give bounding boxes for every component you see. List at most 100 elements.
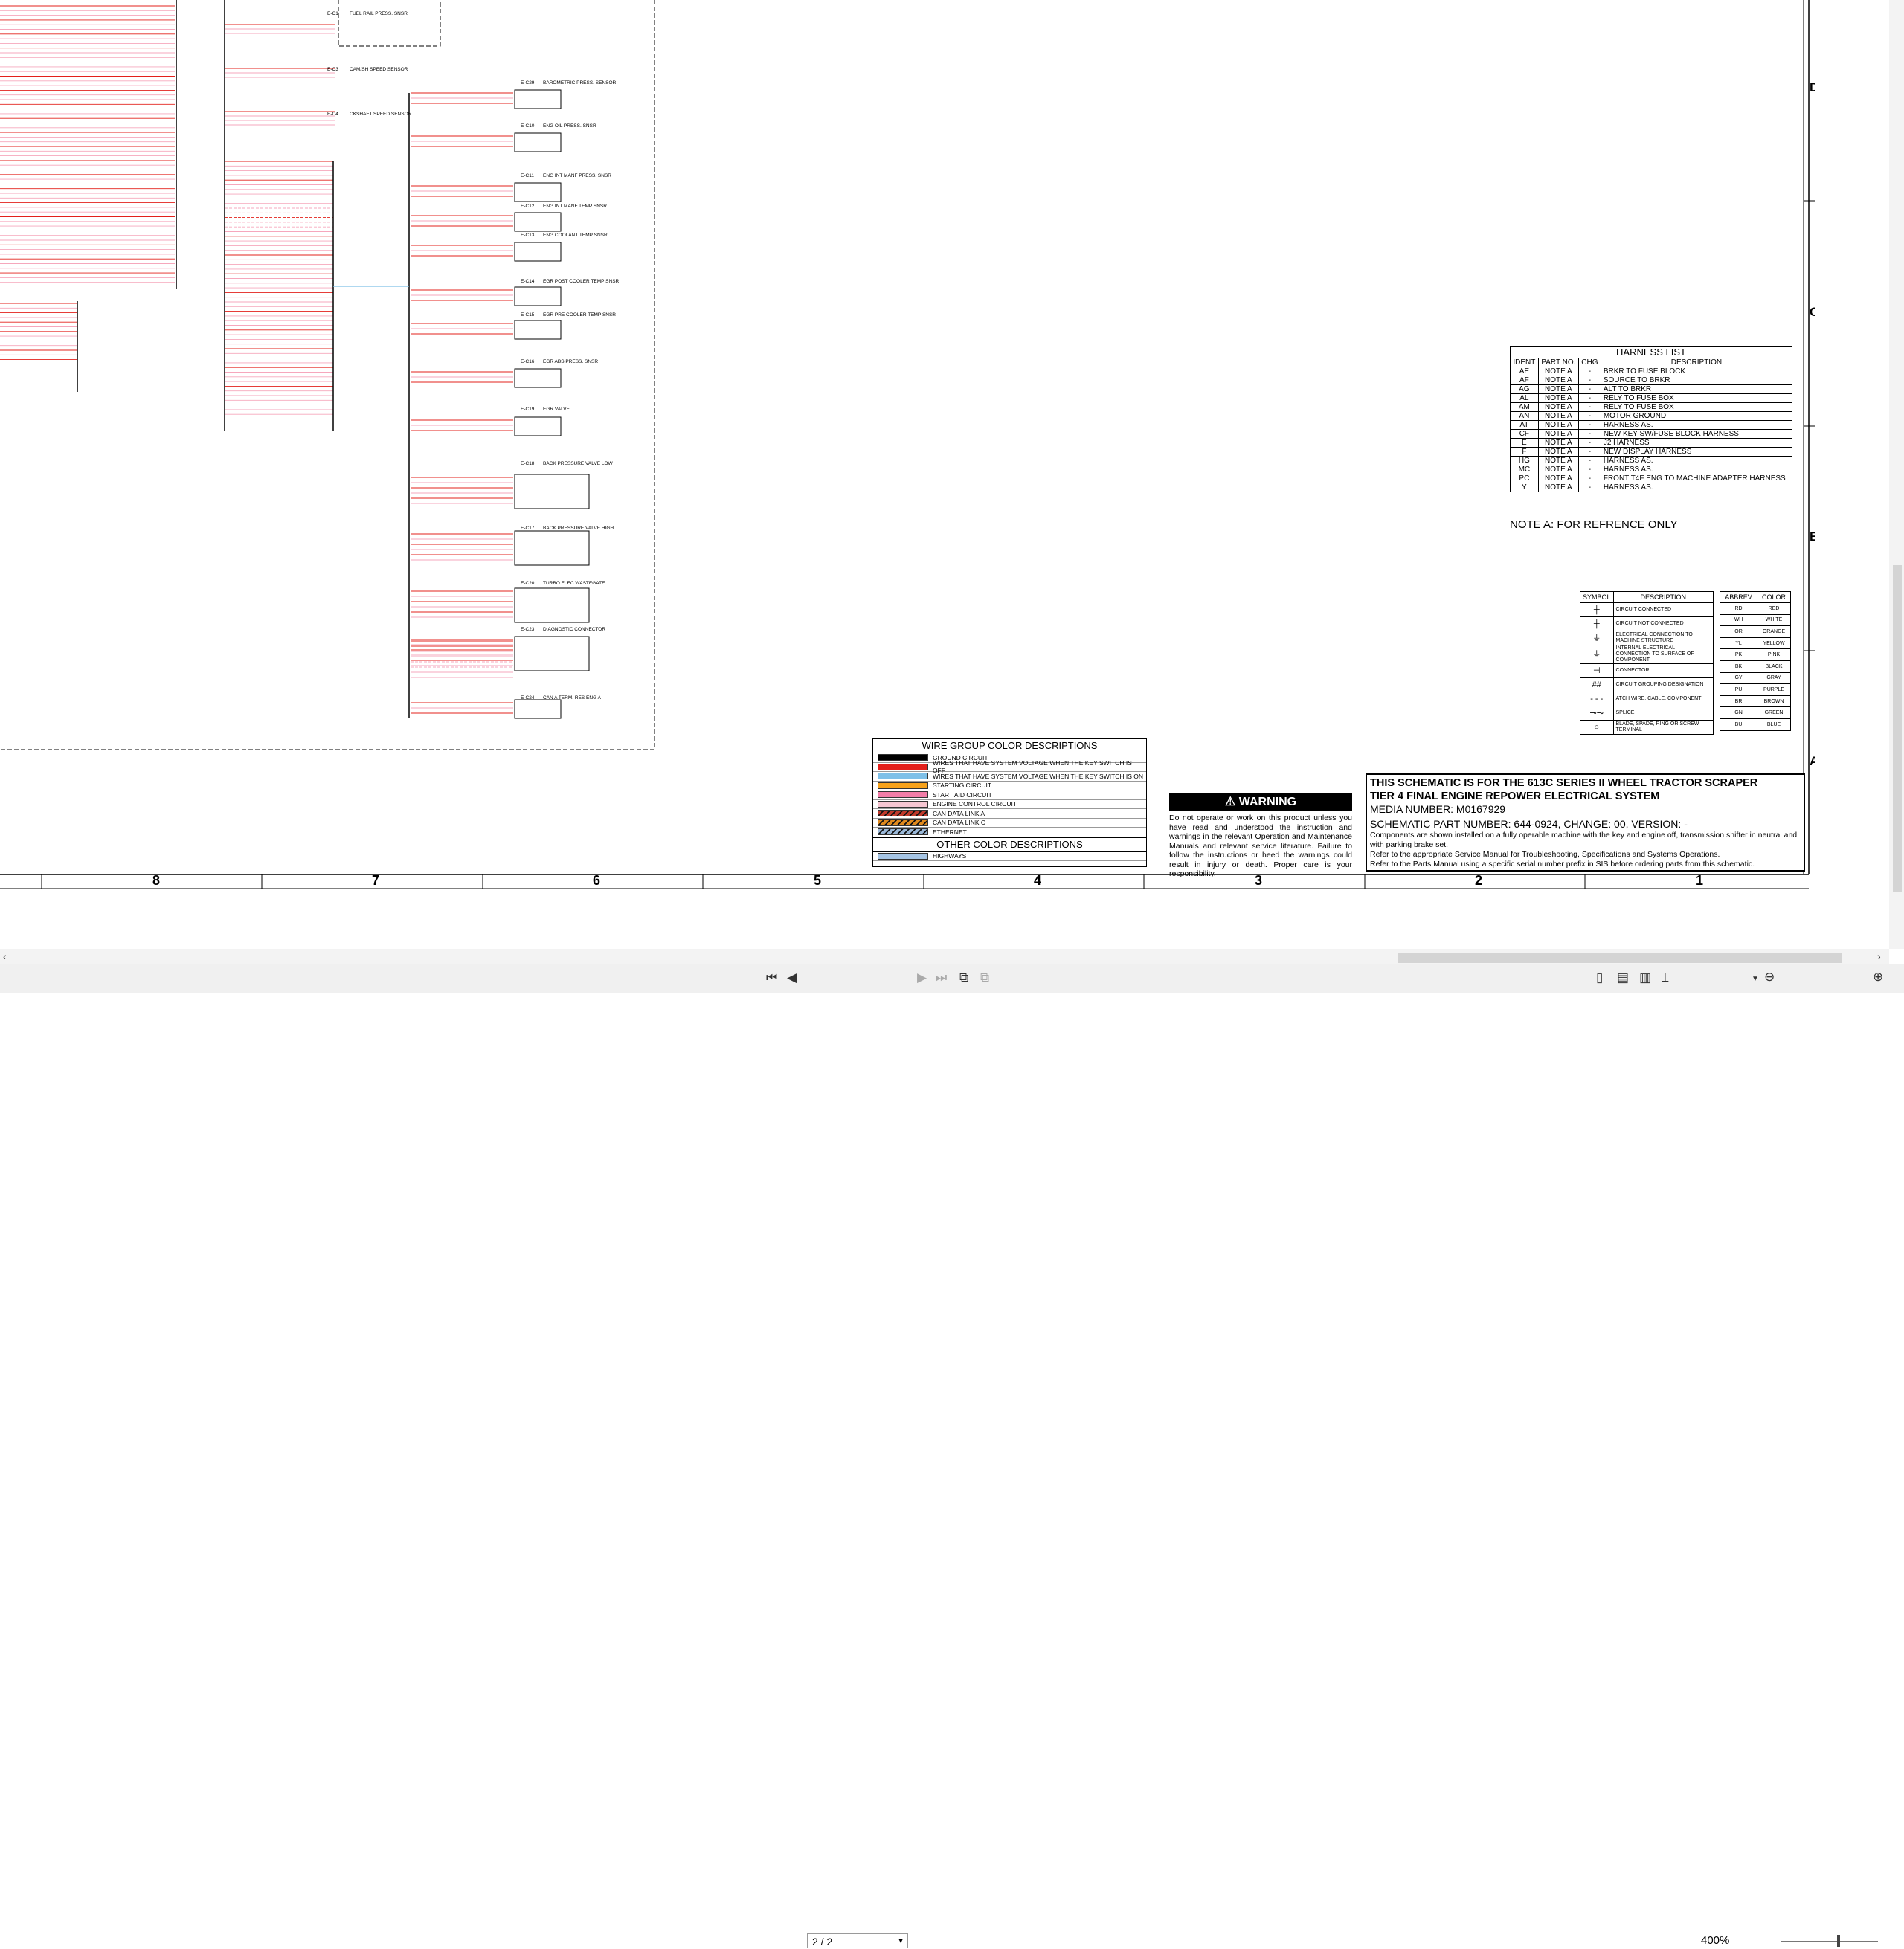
- harness-boundary: [338, 0, 441, 47]
- color-cell: BU: [1719, 718, 1758, 731]
- zoom-out-icon[interactable]: ⊖: [1764, 970, 1775, 985]
- vertical-scroll-thumb[interactable]: [1893, 565, 1902, 892]
- single-page-icon[interactable]: ▯: [1596, 970, 1603, 985]
- harness-cell: FRONT T4F ENG TO MACHINE ADAPTER HARNESS: [1600, 474, 1793, 483]
- component-name: ENG INT MANF TEMP SNSR: [543, 204, 607, 209]
- harness-cell: NOTE A: [1537, 420, 1580, 430]
- harness-cell: -: [1578, 465, 1601, 474]
- connector-box: [514, 320, 562, 340]
- harness-cell: SOURCE TO BRKR: [1600, 376, 1793, 385]
- title-line-2: TIER 4 FINAL ENGINE REPOWER ELECTRICAL S…: [1370, 790, 1660, 802]
- harness-cell: -: [1578, 438, 1601, 448]
- wire-group-legend: WIRE GROUP COLOR DESCRIPTIONS GROUND CIR…: [872, 738, 1147, 867]
- color-cell: BLUE: [1757, 718, 1791, 731]
- last-page-icon[interactable]: ⏭: [936, 970, 947, 985]
- symbol-glyph: ┼: [1580, 616, 1614, 631]
- zoom-slider-thumb[interactable]: [1837, 1935, 1840, 1947]
- next-page-icon[interactable]: ▶: [917, 970, 927, 985]
- harness-header-cell: IDENT: [1510, 358, 1539, 367]
- harness-cell: -: [1578, 411, 1601, 421]
- component-ref: E-C11: [521, 173, 534, 178]
- color-cell: PINK: [1757, 648, 1791, 661]
- harness-cell: HARNESS AS.: [1600, 483, 1793, 492]
- component-ref: E-C23: [521, 627, 535, 632]
- harness-cell: HARNESS AS.: [1600, 465, 1793, 474]
- previous-page-icon[interactable]: ◀: [787, 970, 797, 985]
- harness-cell: CF: [1510, 429, 1539, 439]
- component-name: EGR ABS PRESS. SNSR: [543, 359, 598, 364]
- symbol-description: CIRCUIT CONNECTED: [1612, 602, 1714, 617]
- wire-group-label: ENGINE CONTROL CIRCUIT: [933, 800, 1017, 808]
- color-row: BU BLUE: [1719, 718, 1791, 731]
- media-number: MEDIA NUMBER: M0167929: [1370, 803, 1506, 815]
- zoom-dropdown-icon[interactable]: ▼: [1752, 972, 1759, 987]
- connector-box: [514, 699, 562, 719]
- color-cell: BROWN: [1757, 695, 1791, 708]
- wire-group-row: WIRES THAT HAVE SYSTEM VOLTAGE WHEN THE …: [873, 772, 1146, 782]
- grid-row-label: C: [1810, 305, 1815, 319]
- wire-color-swatch: [878, 791, 928, 799]
- connector-box: [514, 416, 562, 436]
- warning-text: Do not operate or work on this product u…: [1169, 814, 1352, 878]
- harness-cell: AE: [1510, 367, 1539, 376]
- wire-group-row: STARTING CIRCUIT: [873, 782, 1146, 790]
- color-cell: GY: [1719, 671, 1758, 685]
- title-note-1: Components are shown installed on a full…: [1370, 831, 1798, 849]
- grid-row-label: B: [1810, 529, 1815, 544]
- color-cell: GN: [1719, 706, 1758, 719]
- two-page-icon[interactable]: ▥: [1639, 970, 1651, 985]
- component-name: CAN A TERM. RES ENG A: [543, 695, 602, 700]
- harness-cell: NOTE A: [1537, 447, 1580, 457]
- harness-row: AG NOTE A - ALT TO BRKR: [1510, 384, 1793, 394]
- page-number-select[interactable]: 2 / 2 ▼: [807, 1933, 908, 1948]
- horizontal-scroll-thumb[interactable]: [1398, 953, 1842, 963]
- color-cell: WHITE: [1757, 613, 1791, 627]
- harness-header-cell: CHG: [1578, 358, 1601, 367]
- harness-cell: AG: [1510, 384, 1539, 394]
- harness-list-table: HARNESS LIST IDENT PART NO. CHG DESCRIPTION…: [1510, 346, 1793, 492]
- fit-width-icon[interactable]: ⧉: [980, 970, 989, 985]
- color-row: OR ORANGE: [1719, 625, 1791, 638]
- symbol-description: CONNECTOR: [1612, 663, 1714, 678]
- continuous-page-icon[interactable]: ▤: [1617, 970, 1629, 985]
- harness-cell: AT: [1510, 420, 1539, 430]
- connector-box: [514, 132, 562, 152]
- harness-cell: HARNESS AS.: [1600, 456, 1793, 465]
- component-ref: E-C13: [521, 233, 535, 238]
- wire-group-title: WIRE GROUP COLOR DESCRIPTIONS: [873, 739, 1146, 753]
- wire-group-label: CAN DATA LINK C: [933, 819, 986, 827]
- color-row: GN GREEN: [1719, 706, 1791, 719]
- harness-cell: NEW KEY SW/FUSE BLOCK HARNESS: [1600, 429, 1793, 439]
- zoom-in-icon[interactable]: ⊕: [1873, 970, 1883, 985]
- other-color-title: OTHER COLOR DESCRIPTIONS: [873, 837, 1146, 852]
- harness-row: Y NOTE A - HARNESS AS.: [1510, 483, 1793, 492]
- wire-group-row: WIRES THAT HAVE SYSTEM VOLTAGE WHEN THE …: [873, 759, 1146, 774]
- symbol-glyph: ⏚: [1580, 631, 1614, 645]
- page-number-value: 2 / 2: [812, 1936, 833, 1948]
- scroll-right-icon[interactable]: ›: [1877, 949, 1881, 964]
- harness-cell: F: [1510, 447, 1539, 457]
- zoom-level[interactable]: 400%: [1701, 1934, 1729, 1947]
- harness-cell: J2 HARNESS: [1600, 438, 1793, 448]
- component-ref: E-C12: [521, 204, 535, 209]
- split-view-icon[interactable]: ⌶: [1662, 970, 1669, 985]
- zoom-slider[interactable]: [1781, 1941, 1878, 1942]
- scroll-left-icon[interactable]: ‹: [3, 949, 7, 964]
- symbol-glyph: ⏚: [1580, 645, 1614, 664]
- fit-page-icon[interactable]: ⧉: [959, 970, 968, 985]
- harness-cell: AF: [1510, 376, 1539, 385]
- warning-title: WARNING: [1238, 796, 1297, 808]
- wire-color-swatch: [878, 763, 928, 770]
- symbol-row: ┼ CIRCUIT CONNECTED: [1580, 602, 1714, 617]
- symbol-table: SYMBOL DESCRIPTION ┼ CIRCUIT CONNECTED ┼ CIR…: [1580, 591, 1714, 735]
- component-ref: E-C24: [521, 695, 535, 700]
- harness-cell: NOTE A: [1537, 402, 1580, 412]
- color-row: YL YELLOW: [1719, 637, 1791, 650]
- component-name: DIAGNOSTIC CONNECTOR: [543, 627, 605, 632]
- first-page-icon[interactable]: ⏮: [766, 970, 777, 985]
- harness-cell: MC: [1510, 465, 1539, 474]
- color-cell: GRAY: [1757, 671, 1791, 685]
- wire-color-swatch: [878, 828, 928, 836]
- color-cell: PURPLE: [1757, 683, 1791, 696]
- component-ref: E-C10: [521, 123, 535, 129]
